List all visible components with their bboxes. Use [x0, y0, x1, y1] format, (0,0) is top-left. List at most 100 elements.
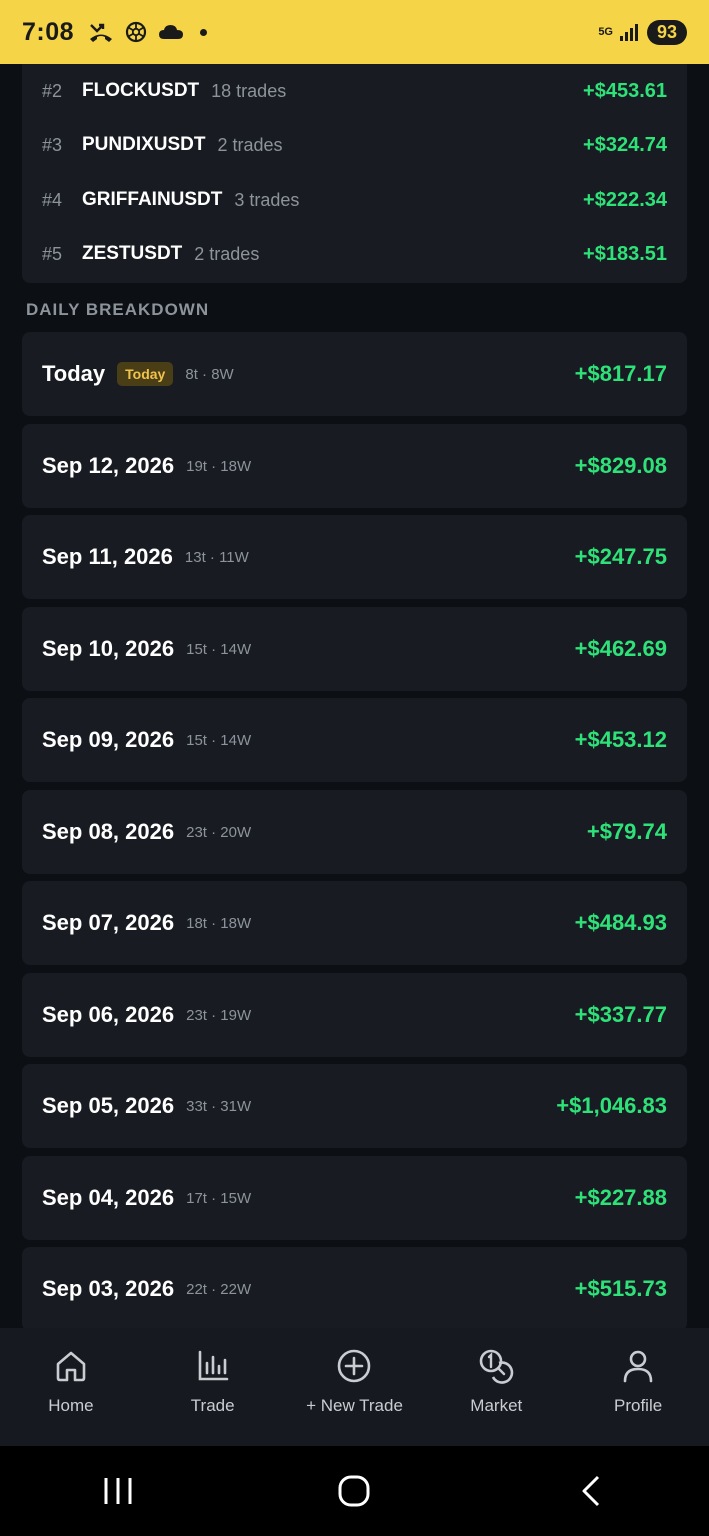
- coins-icon: [479, 1349, 514, 1384]
- day-date: Today: [42, 361, 106, 386]
- recent-apps-icon: [104, 1478, 132, 1504]
- nav-label: Profile: [613, 1396, 663, 1415]
- status-bar: 7:08 5G 93: [0, 0, 709, 64]
- symbol-name: FLOCKUSDT: [82, 80, 200, 101]
- day-row[interactable]: Sep 08, 2026 23t · 20W +$79.74: [22, 790, 687, 874]
- status-time: 7:08: [22, 17, 75, 46]
- day-date: Sep 11, 2026: [42, 544, 173, 569]
- day-row[interactable]: Sep 04, 2026 17t · 15W +$227.88: [22, 1156, 687, 1240]
- day-date: Sep 07, 2026: [42, 910, 175, 935]
- symbol-pnl: +$183.51: [583, 242, 667, 265]
- day-date: Sep 12, 2026: [42, 453, 175, 478]
- day-stats: 15t · 14W: [186, 640, 252, 658]
- day-row[interactable]: Sep 03, 2026 22t · 22W +$515.73: [22, 1247, 687, 1328]
- battery-indicator: 93: [647, 19, 687, 45]
- nav-label: Market: [470, 1396, 523, 1415]
- openai-icon: [125, 21, 147, 43]
- day-date: Sep 06, 2026: [42, 1002, 175, 1027]
- symbol-rank: #4: [42, 189, 63, 210]
- day-row[interactable]: Sep 11, 2026 13t · 11W +$247.75: [22, 515, 687, 599]
- nav-label: + New Trade: [306, 1396, 403, 1415]
- user-icon: [623, 1350, 653, 1383]
- day-row[interactable]: Sep 06, 2026 23t · 19W +$337.77: [22, 973, 687, 1057]
- nav-new-trade[interactable]: + New Trade: [284, 1328, 426, 1446]
- day-pnl: +$79.74: [586, 819, 667, 844]
- day-stats: 22t · 22W: [186, 1280, 252, 1298]
- daily-breakdown-header: DAILY BREAKDOWN: [26, 300, 210, 319]
- top-symbol-row[interactable]: #5 ZESTUSDT 2 trades +$183.51: [22, 234, 687, 274]
- day-row[interactable]: Sep 10, 2026 15t · 14W +$462.69: [22, 607, 687, 691]
- symbol-rank: #5: [42, 243, 63, 264]
- day-pnl: +$829.08: [574, 453, 667, 478]
- day-row-today[interactable]: Today Today 8t · 8W +$817.17: [22, 332, 687, 416]
- day-date: Sep 04, 2026: [42, 1185, 175, 1210]
- day-date: Sep 09, 2026: [42, 727, 175, 752]
- home-button-icon: [338, 1475, 370, 1507]
- symbol-trades: 18 trades: [211, 80, 287, 101]
- signal-icon: [620, 24, 638, 41]
- symbol-pnl: +$453.61: [583, 79, 667, 102]
- symbol-rank: #2: [42, 80, 63, 101]
- day-date: Sep 08, 2026: [42, 819, 175, 844]
- day-stats: 15t · 14W: [186, 731, 252, 749]
- app-screen: 7:08 5G 93 #2 FLOCKUSDT 18 trades +$453.…: [0, 0, 709, 1536]
- top-symbols-card: #2 FLOCKUSDT 18 trades +$453.61 #3 PUNDI…: [22, 64, 687, 283]
- day-stats: 23t · 19W: [186, 1006, 252, 1024]
- symbol-name: GRIFFAINUSDT: [82, 189, 223, 210]
- day-pnl: +$247.75: [574, 544, 667, 569]
- day-row[interactable]: Sep 12, 2026 19t · 18W +$829.08: [22, 424, 687, 508]
- nav-label: Home: [48, 1396, 94, 1415]
- back-system-button[interactable]: [561, 1466, 621, 1516]
- cloud-icon: [159, 25, 184, 39]
- day-pnl: +$462.69: [574, 636, 667, 661]
- recent-apps-button[interactable]: [88, 1466, 148, 1516]
- notification-icons: [88, 20, 208, 44]
- day-date: Sep 10, 2026: [42, 636, 175, 661]
- day-stats: 13t · 11W: [184, 548, 249, 566]
- symbol-rank: #3: [42, 134, 63, 155]
- nav-profile[interactable]: Profile: [567, 1328, 709, 1446]
- home-system-button[interactable]: [324, 1466, 384, 1516]
- symbol-pnl: +$222.34: [583, 188, 667, 211]
- scroll-content[interactable]: #2 FLOCKUSDT 18 trades +$453.61 #3 PUNDI…: [0, 64, 709, 1328]
- symbol-name: ZESTUSDT: [82, 243, 183, 264]
- home-icon: [56, 1351, 86, 1382]
- day-pnl: +$515.73: [574, 1276, 667, 1301]
- day-stats: 23t · 20W: [186, 823, 252, 841]
- top-symbol-row[interactable]: #2 FLOCKUSDT 18 trades +$453.61: [22, 71, 687, 111]
- day-stats: 17t · 15W: [186, 1189, 252, 1207]
- day-pnl: +$1,046.83: [556, 1093, 667, 1118]
- day-date: Sep 03, 2026: [42, 1276, 175, 1301]
- today-badge: Today: [117, 362, 174, 386]
- nav-trade[interactable]: Trade: [142, 1328, 284, 1446]
- symbol-trades: 2 trades: [217, 134, 283, 155]
- day-pnl: +$227.88: [574, 1185, 667, 1210]
- day-date: Sep 05, 2026: [42, 1093, 175, 1118]
- system-nav-bar: [0, 1446, 709, 1536]
- day-stats: 8t · 8W: [185, 365, 234, 383]
- nav-market[interactable]: Market: [425, 1328, 567, 1446]
- symbol-trades: 2 trades: [194, 243, 260, 264]
- day-pnl: +$337.77: [574, 1002, 667, 1027]
- nav-home[interactable]: Home: [0, 1328, 142, 1446]
- symbol-pnl: +$324.74: [583, 133, 667, 156]
- status-right: 5G 93: [598, 19, 687, 45]
- day-pnl: +$817.17: [574, 361, 667, 386]
- plus-circle-icon: [338, 1349, 371, 1383]
- day-stats: 18t · 18W: [186, 914, 252, 932]
- day-stats: 33t · 31W: [186, 1097, 252, 1115]
- dot-icon: [200, 28, 208, 36]
- top-symbol-row[interactable]: #3 PUNDIXUSDT 2 trades +$324.74: [22, 125, 687, 165]
- day-row[interactable]: Sep 09, 2026 15t · 14W +$453.12: [22, 698, 687, 782]
- nav-label: Trade: [190, 1396, 235, 1415]
- missed-call-icon: [90, 23, 113, 42]
- network-label: 5G: [598, 26, 613, 38]
- top-symbol-row[interactable]: #4 GRIFFAINUSDT 3 trades +$222.34: [22, 180, 687, 220]
- day-stats: 19t · 18W: [186, 457, 252, 475]
- day-pnl: +$484.93: [574, 910, 667, 935]
- back-icon: [582, 1475, 599, 1507]
- day-row[interactable]: Sep 07, 2026 18t · 18W +$484.93: [22, 881, 687, 965]
- symbol-trades: 3 trades: [234, 189, 300, 210]
- day-row[interactable]: Sep 05, 2026 33t · 31W +$1,046.83: [22, 1064, 687, 1148]
- day-pnl: +$453.12: [574, 727, 667, 752]
